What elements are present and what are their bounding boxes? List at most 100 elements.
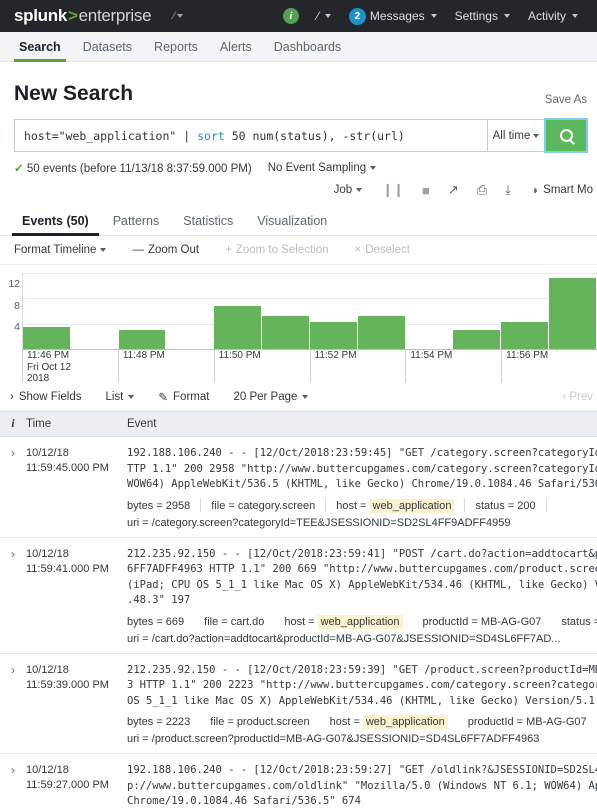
field-separator [545,499,547,512]
event-row[interactable]: › 10/12/18 11:59:27.000 PM 192.188.106.240 … [0,754,597,812]
expand-event-icon[interactable]: › [0,763,26,812]
chevron-down-icon [128,394,135,399]
event-field[interactable]: file = product.screen [210,716,309,728]
event-field[interactable]: bytes = 2958 [127,500,190,512]
export-icon[interactable]: ⤓ [496,182,520,198]
event-field[interactable]: status = [561,616,597,628]
event-uri-field[interactable]: uri = /category.screen?categoryId=TEE&JS… [127,517,597,529]
field-value: web_application [369,498,455,513]
event-field[interactable]: host = web_application [336,498,455,513]
nav-item-dashboards[interactable]: Dashboards [263,32,352,61]
event-field[interactable]: bytes = 2223 [127,716,190,728]
timeline-bar[interactable] [357,316,406,349]
field-key: host = [329,716,360,728]
event-timestamp[interactable]: 10/12/18 11:59:27.000 PM [26,763,127,812]
timeline-bar[interactable] [214,305,263,349]
tab-patterns[interactable]: Patterns [101,206,172,235]
chevron-right-icon: › [10,390,14,403]
chevron-down-icon [100,248,107,252]
share-icon[interactable]: ↗ [439,182,468,198]
messages-menu[interactable]: 2 Messages [340,7,446,25]
event-timestamp[interactable]: 10/12/18 11:59:41.000 PM [26,547,127,645]
save-as-button[interactable]: Save As [545,94,587,106]
event-field[interactable]: file = cart.do [204,616,264,628]
field-separator [200,499,202,512]
time-range-picker[interactable]: All time [487,119,545,152]
check-icon: ✓ [14,163,24,175]
field-value: product.screen [236,716,310,728]
event-uri-field[interactable]: uri = /cart.do?action=addtocart&productI… [127,633,597,645]
event-field[interactable]: status = 200 [475,500,535,512]
settings-menu[interactable]: Settings [446,9,519,23]
events-toolbar: › Show Fields List ✎ Format 20 Per Page … [0,383,597,411]
event-field[interactable]: productId = MB-AG-G07 [468,716,587,728]
search-submit-button[interactable] [544,118,588,153]
timeline-bars [23,273,597,349]
tab-statistics[interactable]: Statistics [171,206,245,235]
search-mode-selector[interactable]: ◗ Smart Mo [520,183,593,197]
timeline-bar[interactable] [118,330,167,349]
expand-event-icon[interactable]: › [0,446,26,529]
info-button[interactable]: i [274,8,308,24]
event-body: 192.188.106.240 - - [12/Oct/2018:23:59:4… [127,446,597,529]
format-timeline-dropdown[interactable]: Format Timeline [14,244,107,256]
event-row[interactable]: › 10/12/18 11:59:39.000 PM 212.235.92.150 -… [0,654,597,754]
page-title: New Search [14,82,134,105]
expand-event-icon[interactable]: › [0,547,26,645]
search-input[interactable]: host="web_application" | sort 50 num(sta… [14,119,487,152]
list-mode-dropdown[interactable]: List [105,391,135,403]
deselect-button: × Deselect [354,244,409,256]
nav-item-search[interactable]: Search [8,32,72,62]
splunk-logo[interactable]: splunk > enterprise [14,6,152,26]
prev-label: Prev [569,390,593,403]
nav-item-datasets[interactable]: Datasets [72,32,143,61]
timeline-bar[interactable] [453,330,502,349]
field-value: web_application [362,715,448,729]
event-row[interactable]: › 10/12/18 11:59:41.000 PM 212.235.92.150 -… [0,538,597,654]
chevron-down-icon [503,14,510,18]
activity-flag-dropdown[interactable]: ⁄ [308,9,340,23]
event-field[interactable]: host = web_application [330,715,448,729]
timeline-bar[interactable] [309,321,358,349]
prev-page-button[interactable]: ‹ Prev [563,391,594,403]
event-field[interactable]: productId = MB-AG-G07 [423,616,542,628]
event-timestamp[interactable]: 10/12/18 11:59:39.000 PM [26,663,127,746]
print-icon[interactable]: ⎙ [468,182,496,198]
x-axis-tick: 11:50 PM [213,350,310,383]
messages-count-badge: 2 [348,7,366,25]
pause-icon[interactable]: ❙❙ [373,182,413,198]
event-row[interactable]: › 10/12/18 11:59:45.000 PM 192.188.106.240 … [0,437,597,538]
nav-label: Alerts [219,39,252,54]
event-uri-field[interactable]: uri = /product.screen?productId=MB-AG-G0… [127,733,597,745]
column-header-time[interactable]: Time [26,418,127,430]
tab-events[interactable]: Events (50) [10,206,101,236]
event-timestamp[interactable]: 10/12/18 11:59:45.000 PM [26,446,127,529]
format-button[interactable]: ✎ Format [158,390,209,404]
stop-icon[interactable]: ■ [413,183,439,198]
app-selector-dropdown[interactable]: ⁄ [173,10,184,22]
timeline-bar[interactable] [501,321,550,349]
show-fields-button[interactable]: › Show Fields [10,391,81,403]
event-time: 11:59:27.000 PM [26,779,109,791]
activity-menu[interactable]: Activity [519,9,587,23]
timeline-bar[interactable] [23,327,71,349]
event-field-list: bytes = 669 file = cart.do host = web_applica… [127,614,597,629]
column-header-event[interactable]: Event [127,418,597,430]
x-icon: × [354,244,362,256]
job-menu[interactable]: Job [323,184,374,196]
event-field[interactable]: host = web_application [284,614,403,629]
timeline-bar[interactable] [549,278,597,349]
events-timeline-chart[interactable]: 4 8 12 [0,273,597,349]
event-field[interactable]: bytes = 669 [127,616,184,628]
event-time: 11:59:45.000 PM [26,462,109,474]
query-keyword-sort: sort [197,128,225,143]
zoom-out-button[interactable]: — Zoom Out [132,244,199,256]
per-page-dropdown[interactable]: 20 Per Page [233,391,309,403]
nav-item-reports[interactable]: Reports [143,32,209,61]
expand-event-icon[interactable]: › [0,663,26,746]
event-field[interactable]: file = category.screen [211,500,315,512]
tab-visualization[interactable]: Visualization [245,206,339,235]
timeline-bar[interactable] [262,316,310,349]
event-sampling-dropdown[interactable]: No Event Sampling [268,162,377,174]
nav-item-alerts[interactable]: Alerts [209,32,263,61]
